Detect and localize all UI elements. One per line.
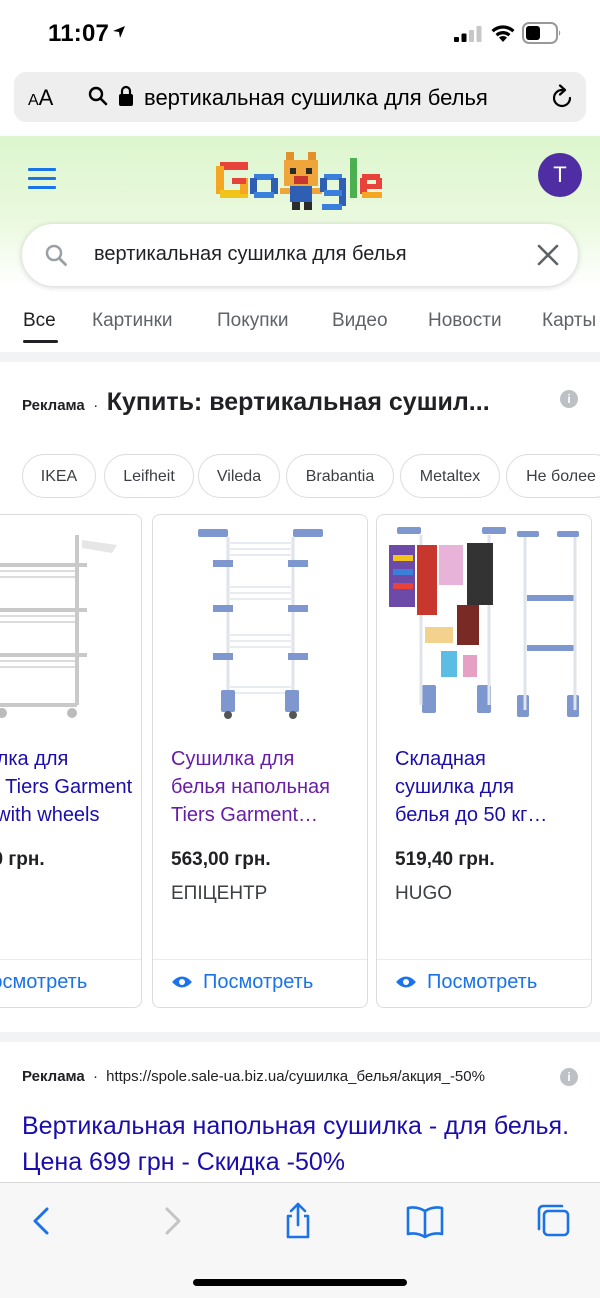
separator-dot: ·: [93, 397, 99, 414]
eye-icon: [172, 976, 192, 988]
tab-video[interactable]: Видео: [332, 310, 388, 332]
status-bar: 11:07: [0, 0, 600, 64]
battery-icon: [522, 22, 561, 44]
divider: [0, 1032, 600, 1042]
home-indicator: [193, 1279, 407, 1286]
ad-label: Реклама: [22, 397, 85, 414]
chip-metaltex[interactable]: Metaltex: [400, 454, 500, 498]
search-tabs: Все Картинки Покупки Видео Новости Карты: [0, 296, 600, 352]
location-arrow-icon: [113, 26, 125, 38]
chip-vileda[interactable]: Vileda: [198, 454, 280, 498]
eye-icon: [396, 976, 416, 988]
signal-icon: [454, 26, 482, 42]
wifi-icon: [491, 25, 515, 42]
card-divider: [0, 959, 141, 960]
info-icon[interactable]: i: [560, 390, 578, 408]
ad-label: Реклама: [22, 1068, 85, 1085]
ad-title: Купить: вертикальная сушил...: [106, 388, 490, 416]
product-price: 519,40 грн.: [395, 849, 495, 870]
active-tab-indicator: [23, 340, 58, 343]
tab-maps[interactable]: Карты: [542, 310, 596, 332]
search-icon[interactable]: [44, 243, 68, 267]
view-button[interactable]: Посмотреть: [0, 971, 87, 994]
divider: [0, 352, 600, 362]
view-button[interactable]: Посмотреть: [395, 971, 537, 994]
status-time: 11:07: [48, 20, 110, 47]
card-divider: [153, 959, 367, 960]
card-divider: [377, 959, 591, 960]
lock-icon: [119, 85, 133, 106]
ad-headline-link[interactable]: Вертикальная напольная сушилка - для бел…: [22, 1108, 582, 1180]
product-title[interactable]: Сушилка для белья Tiers Garment Rack wit…: [0, 745, 135, 829]
brand-chips: IKEA Leifheit Vileda Brabantia Metaltex …: [22, 454, 600, 502]
google-doodle[interactable]: [216, 148, 384, 214]
tabs-icon[interactable]: [534, 1201, 574, 1241]
reload-icon[interactable]: [550, 84, 574, 110]
search-input[interactable]: вертикальная сушилка для белья: [94, 243, 407, 266]
product-price: 563,00 грн.: [171, 849, 271, 870]
google-search-box[interactable]: вертикальная сушилка для белья: [22, 224, 578, 286]
tab-all[interactable]: Все: [23, 310, 56, 332]
product-card[interactable]: Складная сушилка для белья до 50 кг… 519…: [376, 514, 592, 1008]
product-image: [389, 527, 579, 717]
product-image: [198, 529, 323, 719]
browser-toolbar: [0, 1182, 600, 1298]
search-icon: [88, 86, 108, 106]
ad-header: Реклама · Купить: вертикальная сушил...: [22, 388, 562, 417]
forward-icon: [165, 1207, 181, 1235]
chip-brabantia[interactable]: Brabantia: [286, 454, 394, 498]
tab-news[interactable]: Новости: [428, 310, 502, 332]
back-icon[interactable]: [22, 1201, 62, 1241]
tab-shopping[interactable]: Покупки: [217, 310, 288, 332]
share-icon[interactable]: [278, 1201, 318, 1241]
bookmarks-icon[interactable]: [405, 1201, 445, 1241]
address-bar[interactable]: AA вертикальная сушилка для белья: [14, 72, 586, 122]
store-name: HUGO: [395, 883, 452, 904]
store-name: ЕПІЦЕНТР: [171, 883, 268, 904]
menu-icon[interactable]: [28, 168, 56, 190]
info-icon[interactable]: i: [560, 1068, 578, 1086]
view-button[interactable]: Посмотреть: [171, 971, 313, 994]
product-carousel: Сушилка для белья Tiers Garment Rack wit…: [0, 514, 600, 1010]
text-ad: Реклама · https://spole.sale-ua.biz.ua/с…: [0, 1042, 600, 1182]
chip-ikea[interactable]: IKEA: [22, 454, 96, 498]
product-image: [0, 535, 117, 718]
shopping-ad-block: Реклама · Купить: вертикальная сушил... …: [0, 362, 600, 1032]
product-title[interactable]: Сушилка для белья напольная Tiers Garmen…: [171, 745, 361, 829]
reader-options-button[interactable]: AA: [28, 85, 53, 111]
text-ad-header: Реклама · https://spole.sale-ua.biz.ua/с…: [22, 1068, 485, 1085]
clear-icon[interactable]: [536, 243, 560, 267]
product-title[interactable]: Складная сушилка для белья до 50 кг…: [395, 745, 585, 829]
ad-url[interactable]: https://spole.sale-ua.biz.ua/сушилка_бел…: [106, 1068, 485, 1085]
account-avatar[interactable]: T: [538, 153, 582, 197]
product-price: 500,00 грн.: [0, 849, 45, 870]
chip-leifheit[interactable]: Leifheit: [104, 454, 194, 498]
browser-address-area: AA вертикальная сушилка для белья: [0, 64, 600, 136]
address-text[interactable]: вертикальная сушилка для белья: [144, 85, 488, 111]
google-header: T вертикальная сушилка для белья: [0, 136, 600, 296]
chip-max-price[interactable]: Не более: [506, 454, 600, 498]
separator-dot: ·: [92, 1068, 98, 1085]
product-card[interactable]: Сушилка для белья Tiers Garment Rack wit…: [0, 514, 142, 1008]
product-card[interactable]: Сушилка для белья напольная Tiers Garmen…: [152, 514, 368, 1008]
tab-images[interactable]: Картинки: [92, 310, 173, 332]
